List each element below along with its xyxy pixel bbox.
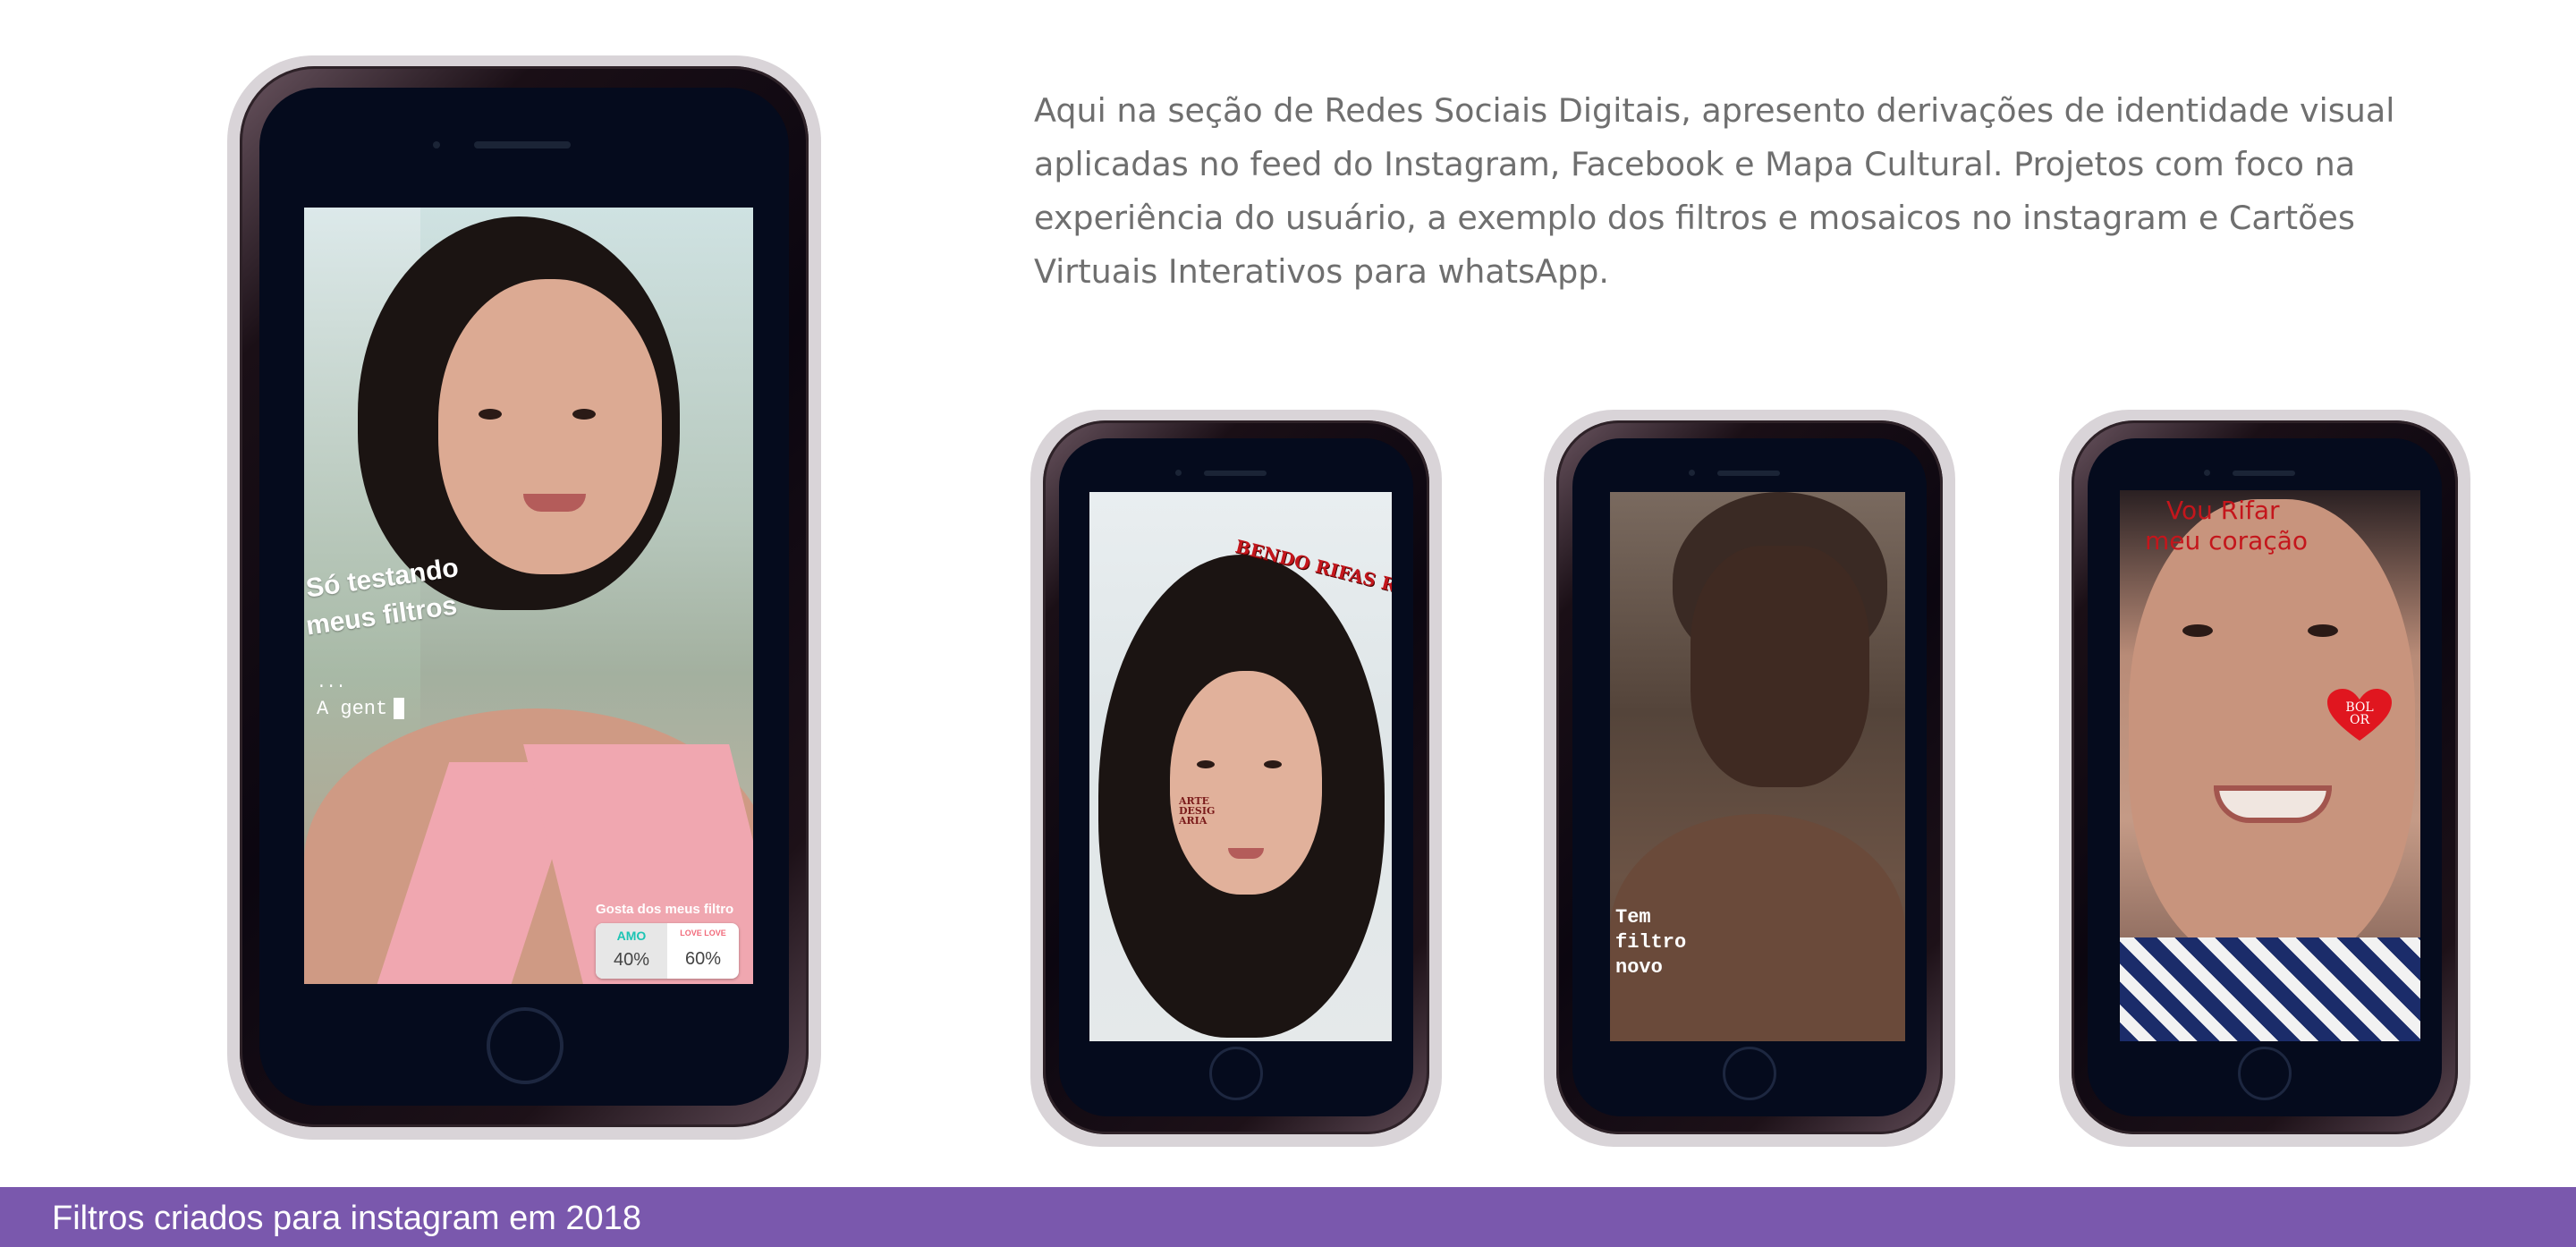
phone-mockup-filter-coracao: Vou Rifar meu coração BOLOR bbox=[2059, 410, 2470, 1147]
camera-icon bbox=[2204, 470, 2210, 476]
eye-left bbox=[1197, 760, 1215, 768]
phone-mockup-large: Só testando meus filtros ... A gent Gost… bbox=[227, 55, 821, 1140]
home-button bbox=[487, 1007, 564, 1084]
eye-left bbox=[2182, 624, 2213, 637]
eye-right bbox=[572, 409, 596, 420]
home-button bbox=[2238, 1047, 2292, 1100]
heart-sticker: BOLOR bbox=[2327, 689, 2392, 742]
typing-dots: ... bbox=[317, 674, 346, 692]
camera-icon bbox=[433, 141, 440, 148]
poll-option-left-label: AMO bbox=[616, 929, 647, 943]
eye-left bbox=[479, 409, 502, 420]
camera-icon bbox=[1175, 470, 1182, 476]
banner-line-1: Vou Rifar bbox=[2166, 496, 2280, 525]
phone-screen: Tem filtro novo bbox=[1610, 492, 1905, 1041]
footer-title: Filtros criados para instagram em 2018 bbox=[52, 1200, 641, 1237]
face-mask-shape bbox=[1690, 546, 1869, 787]
cheek-stamp: ARTE DESIG ARIA bbox=[1179, 795, 1216, 827]
smile-shape bbox=[2214, 785, 2332, 823]
face-shape bbox=[438, 279, 662, 574]
poll-option-right-label: LOVE LOVE bbox=[680, 929, 726, 937]
mouth-shape bbox=[523, 494, 586, 512]
phone-mockup-filter-rifas: BENDO RIFAS R$2,00 ARTE DESIG ARIA bbox=[1030, 410, 1442, 1147]
speaker-grille bbox=[474, 141, 571, 148]
section-description: Aqui na seção de Redes Sociais Digitais,… bbox=[1034, 91, 2395, 291]
phone-screen: Só testando meus filtros ... A gent Gost… bbox=[304, 208, 753, 984]
face-shape bbox=[1170, 671, 1322, 895]
phone-screen: Vou Rifar meu coração BOLOR bbox=[2120, 490, 2420, 1041]
poll-question: Gosta dos meus filtro bbox=[596, 902, 734, 917]
phone-mockup-filter-novo: Tem filtro novo bbox=[1544, 410, 1955, 1147]
poll-option-right-percent: 60% bbox=[684, 949, 722, 969]
shirt-pattern bbox=[2120, 937, 2420, 1041]
typing-text: A gent bbox=[317, 698, 388, 720]
footer-bar: Filtros criados para instagram em 2018 bbox=[0, 1187, 2576, 1247]
text-cursor bbox=[394, 698, 404, 719]
eye-right bbox=[1264, 760, 1282, 768]
home-button bbox=[1723, 1047, 1776, 1100]
phone-screen: BENDO RIFAS R$2,00 ARTE DESIG ARIA bbox=[1089, 492, 1392, 1041]
camera-icon bbox=[1689, 470, 1695, 476]
heart-text: BOLOR bbox=[2345, 700, 2374, 727]
caption-text: Tem filtro novo bbox=[1615, 906, 1687, 979]
banner-line-2: meu coração bbox=[2145, 526, 2309, 556]
poll-option-left-percent: 40% bbox=[613, 950, 650, 970]
speaker-grille bbox=[1204, 471, 1267, 476]
eye-right bbox=[2308, 624, 2338, 637]
speaker-grille bbox=[1717, 471, 1780, 476]
poll-option-right[interactable]: LOVE LOVE 60% bbox=[667, 923, 739, 979]
home-button bbox=[1209, 1047, 1263, 1100]
poll-sticker: AMO 40% LOVE LOVE 60% bbox=[596, 923, 739, 979]
speaker-grille bbox=[2233, 471, 2295, 476]
mouth-shape bbox=[1228, 848, 1264, 859]
poll-option-left[interactable]: AMO 40% bbox=[596, 923, 667, 979]
